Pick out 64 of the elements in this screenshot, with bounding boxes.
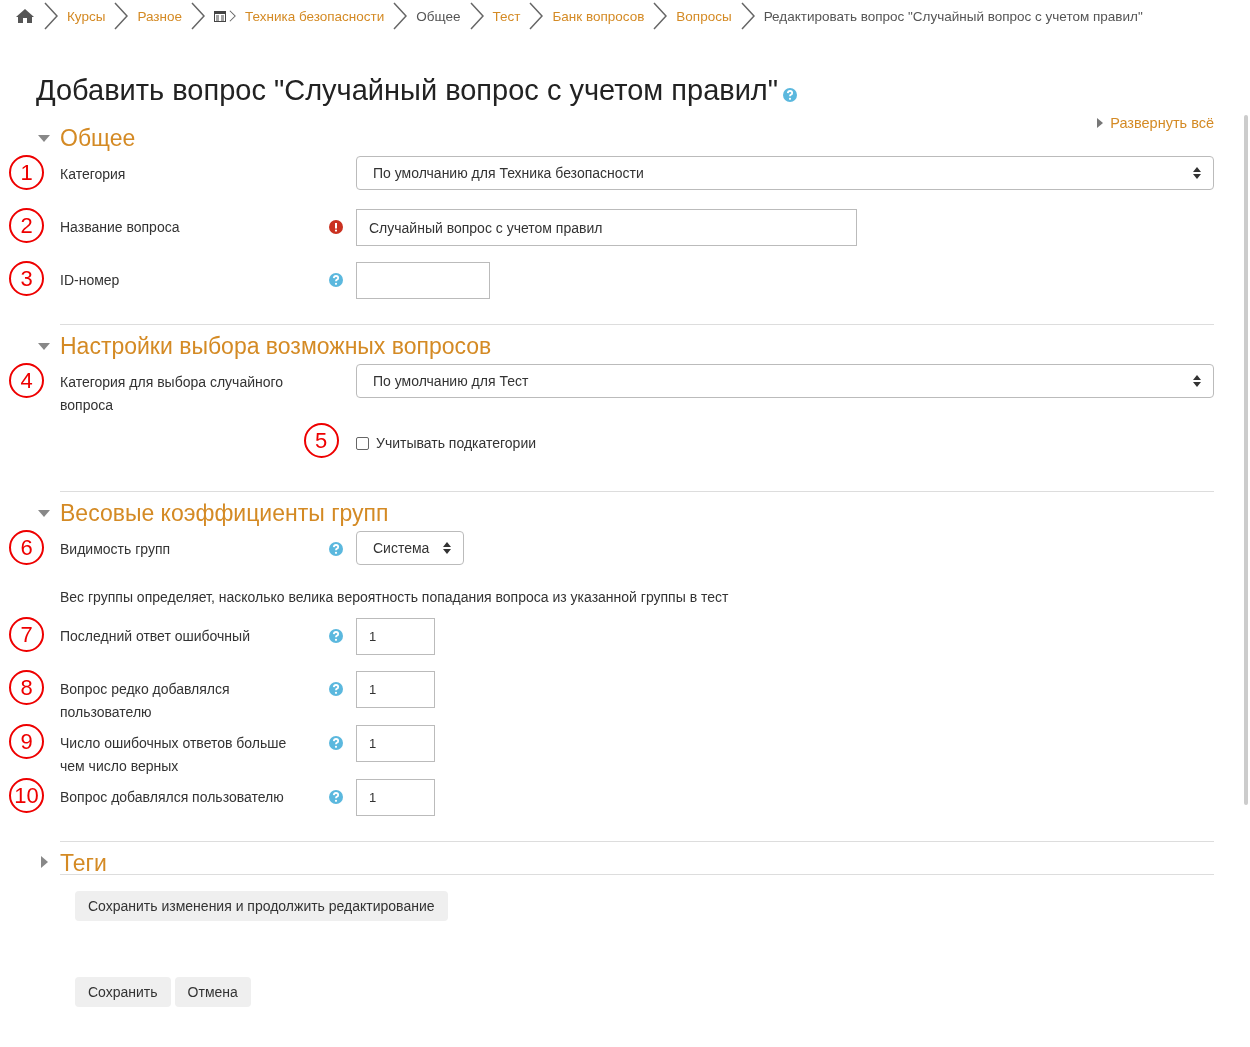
cancel-button[interactable]: Отмена (174, 977, 251, 1007)
number-marker: 1 (9, 155, 44, 190)
breadcrumb-item: Редактировать вопрос "Случайный вопрос с учетом правил" (763, 8, 1143, 24)
help-icon[interactable] (329, 682, 343, 696)
collapse-caret-icon[interactable] (38, 510, 50, 517)
collapse-caret-icon[interactable] (38, 135, 50, 142)
dropdown[interactable]: По умолчанию для Техника безопасности (356, 156, 1214, 190)
number-marker: 3 (9, 261, 44, 296)
field-label: Последний ответ ошибочный (60, 627, 250, 646)
table-icon (214, 10, 226, 22)
chevron-icon (393, 2, 408, 30)
chevron-icon (653, 2, 668, 30)
number-marker: 5 (303, 423, 339, 458)
chevron-icon (44, 2, 58, 30)
breadcrumb-item: Общее (416, 8, 461, 24)
number-marker: 2 (9, 208, 44, 243)
help-icon[interactable] (329, 790, 343, 804)
expand-caret-icon[interactable] (41, 856, 48, 868)
field-label: Название вопроса (60, 218, 180, 237)
number-marker: 8 (9, 670, 44, 705)
checkbox-label: Учитывать подкатегории (376, 435, 537, 451)
sort-arrows-icon (1193, 167, 1201, 179)
number-marker: 10 (9, 778, 44, 813)
help-icon[interactable] (329, 736, 343, 750)
page-title: Добавить вопрос "Случайный вопрос с учетом правил" (36, 74, 779, 107)
chevron-icon (114, 2, 129, 30)
help-icon[interactable] (783, 87, 798, 102)
field-label: ID-номер (60, 271, 120, 290)
text-field[interactable]: 1 (356, 618, 435, 655)
text-field[interactable]: Случайный вопрос с учетом правил (356, 209, 857, 246)
sort-arrows-icon (443, 542, 452, 554)
field-label: Видимость групп (60, 540, 171, 559)
save-continue-button[interactable]: Сохранить изменения и продолжить редактирование (75, 891, 448, 921)
number-marker: 6 (9, 530, 44, 565)
chevron-icon (229, 9, 236, 23)
field-label: Число ошибочных ответов больше чем число верных (60, 734, 288, 776)
home-icon[interactable] (15, 8, 35, 24)
chevron-icon (740, 2, 755, 30)
save-button[interactable]: Сохранить (75, 977, 171, 1007)
text-field[interactable]: 1 (356, 725, 435, 762)
chevron-icon (469, 2, 484, 30)
field-label: Вопрос добавлялся пользователю (60, 788, 284, 807)
chevron-icon (191, 2, 205, 30)
checkbox[interactable] (356, 436, 369, 450)
caret-icon (1097, 118, 1104, 128)
field-label: Категория (60, 165, 126, 184)
dropdown[interactable]: Система (356, 531, 465, 565)
number-marker: 4 (9, 363, 44, 398)
description-text: Вес группы определяет, насколько велика вероятность попадания вопроса из указанной группы в тест (60, 588, 730, 605)
help-icon[interactable] (329, 542, 343, 556)
text-field[interactable]: 1 (356, 779, 435, 816)
help-icon[interactable] (329, 629, 343, 643)
help-icon[interactable] (329, 273, 343, 287)
number-marker: 7 (9, 617, 44, 652)
dropdown[interactable]: По умолчанию для Тест (356, 364, 1214, 398)
scrollbar[interactable] (1244, 115, 1248, 805)
chevron-icon (529, 2, 544, 30)
text-field[interactable]: 1 (356, 671, 435, 708)
field-label: Вопрос редко добавлялся пользователю (60, 680, 231, 722)
number-marker: 9 (9, 724, 44, 759)
collapse-caret-icon[interactable] (38, 343, 50, 350)
field-label: Категория для выбора случайного вопроса (60, 373, 285, 415)
sort-arrows-icon (1193, 375, 1201, 387)
text-field[interactable] (356, 262, 490, 299)
